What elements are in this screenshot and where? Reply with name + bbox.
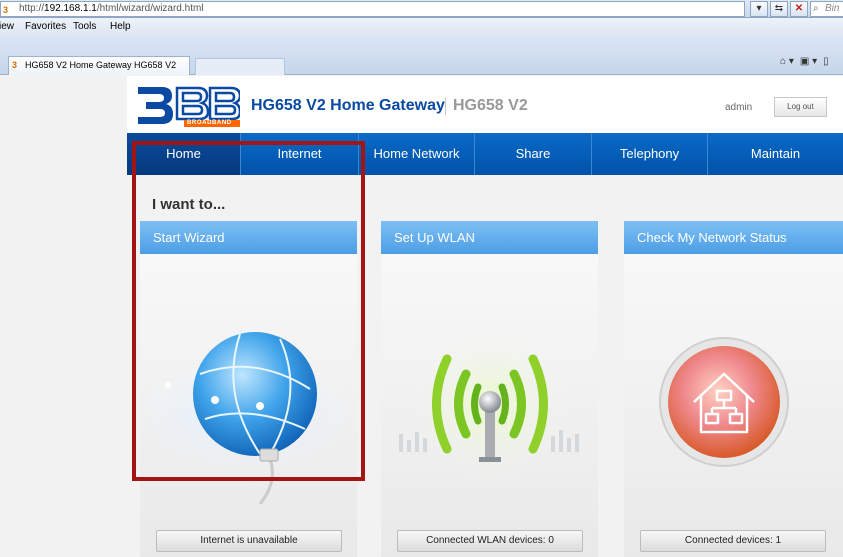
home-icon[interactable]: ⌂ ▾ [780, 56, 794, 67]
search-icon: ⌕ [813, 3, 819, 14]
wifi-antenna-icon [399, 324, 579, 484]
command-bar: ⌂ ▾ ▣ ▾ ▯ [780, 56, 829, 67]
tab-favicon-icon: 3 [12, 60, 18, 70]
card-set-up-wlan[interactable]: Set Up WLAN Connected WLAN devices: 0 [381, 221, 598, 557]
search-input[interactable]: ⌕ Bin [810, 1, 843, 17]
address-bar-row: 3 http://192.168.1.1/html/wizard/wizard.… [0, 0, 843, 18]
gateway-header: BROADBAND HG658 V2 Home Gateway HG658 V2… [127, 76, 843, 133]
product-title: HG658 V2 Home Gateway [251, 97, 445, 114]
home-network-icon [659, 337, 789, 467]
page-content: BROADBAND HG658 V2 Home Gateway HG658 V2… [0, 76, 843, 557]
url-path: /html/wizard/wizard.html [96, 3, 204, 14]
feeds-icon[interactable]: ▣ ▾ [800, 56, 817, 67]
main-nav: Home Internet Home Network Share Telepho… [127, 133, 843, 175]
refresh-icon[interactable]: ⇆ [770, 1, 788, 17]
model-name: HG658 V2 [453, 97, 528, 114]
card-body: Connected devices: 1 [624, 254, 843, 557]
status-wlan-devices: Connected WLAN devices: 0 [397, 530, 583, 552]
menu-view[interactable]: iew [0, 18, 14, 35]
card-title[interactable]: Start Wizard [140, 221, 357, 254]
logout-button[interactable]: Log out [774, 97, 827, 117]
stop-icon[interactable]: ✕ [790, 1, 808, 17]
print-icon[interactable]: ▯ [823, 56, 829, 67]
card-title[interactable]: Set Up WLAN [381, 221, 598, 254]
menu-bar: iew Favorites Tools Help [0, 18, 843, 35]
search-placeholder: Bin [825, 3, 840, 14]
address-buttons: ▾ ⇆ ✕ [750, 1, 808, 17]
card-start-wizard[interactable]: Start Wizard Internet is unavailable [140, 221, 357, 557]
nav-home-network[interactable]: Home Network [359, 133, 475, 175]
status-internet: Internet is unavailable [156, 530, 342, 552]
url-host: 192.168.1.1 [44, 3, 97, 14]
menu-favorites[interactable]: Favorites [25, 18, 66, 35]
site-favicon-icon: 3 [3, 5, 9, 15]
title-divider [445, 97, 446, 115]
tab-bar: 3 HG658 V2 Home Gateway HG658 V2 ⌂ ▾ ▣ ▾… [0, 35, 843, 75]
nav-home[interactable]: Home [127, 133, 241, 175]
nav-maintain[interactable]: Maintain [708, 133, 843, 175]
address-field[interactable]: 3 http://192.168.1.1/html/wizard/wizard.… [0, 1, 745, 17]
3bb-logo: BROADBAND [136, 84, 242, 127]
url-prefix: http:// [19, 3, 45, 14]
card-body: Internet is unavailable [140, 254, 357, 557]
nav-internet[interactable]: Internet [241, 133, 359, 175]
new-tab-button[interactable] [195, 58, 285, 75]
browser-tab[interactable]: 3 HG658 V2 Home Gateway HG658 V2 [8, 56, 190, 75]
username: admin [725, 102, 753, 113]
menu-help[interactable]: Help [110, 18, 131, 35]
card-body: Connected WLAN devices: 0 [381, 254, 598, 557]
status-connected-devices: Connected devices: 1 [640, 530, 826, 552]
dropdown-arrow-icon[interactable]: ▾ [750, 1, 768, 17]
menu-tools[interactable]: Tools [73, 18, 96, 35]
globe-icon [140, 332, 355, 505]
tab-title: HG658 V2 Home Gateway HG658 V2 [25, 60, 177, 70]
nav-telephony[interactable]: Telephony [592, 133, 708, 175]
section-heading: I want to... [152, 196, 226, 213]
card-check-network-status[interactable]: Check My Network Status Connected device… [624, 221, 843, 557]
nav-share[interactable]: Share [475, 133, 592, 175]
card-title[interactable]: Check My Network Status [624, 221, 843, 254]
logo-brand-text: BROADBAND [187, 120, 232, 126]
